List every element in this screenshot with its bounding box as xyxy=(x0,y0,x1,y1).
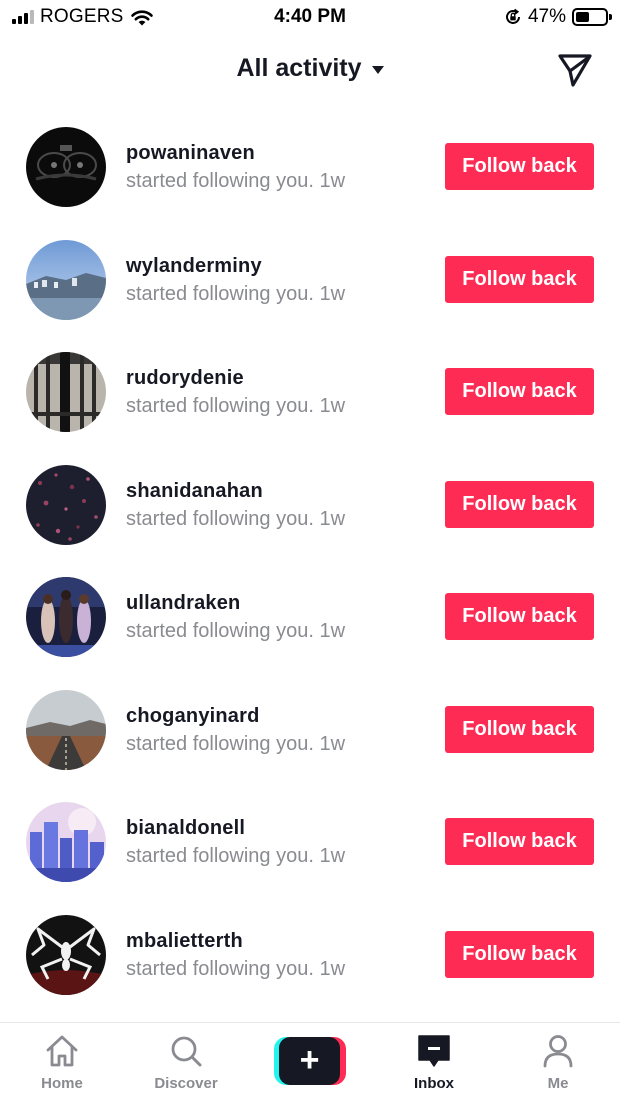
battery-icon xyxy=(572,8,612,26)
username[interactable]: wylanderminy xyxy=(126,255,262,278)
follow-back-button[interactable]: Follow back xyxy=(445,255,594,303)
activity-text: started following you. 1w xyxy=(126,170,346,192)
tab-home[interactable]: Home xyxy=(12,1031,112,1097)
tab-label: Inbox xyxy=(414,1075,454,1092)
battery-percent: 47% xyxy=(527,6,566,27)
header: All activity xyxy=(0,40,620,100)
avatar[interactable] xyxy=(26,464,106,545)
avatar[interactable] xyxy=(26,914,106,995)
avatar[interactable] xyxy=(26,802,106,882)
inbox-icon xyxy=(418,1035,450,1067)
tab-me[interactable]: Me xyxy=(508,1031,608,1097)
rotation-lock-icon xyxy=(506,8,520,24)
activity-list: powaninaven started following you. 1w Fo… xyxy=(0,110,620,1010)
activity-row: rudorydenie started following you. 1w Fo… xyxy=(0,335,620,448)
tab-inbox[interactable]: Inbox xyxy=(384,1031,484,1097)
wifi-icon xyxy=(130,10,153,26)
avatar[interactable] xyxy=(26,577,106,657)
username[interactable]: shanidanahan xyxy=(126,480,263,503)
tab-discover[interactable]: Discover xyxy=(136,1031,236,1097)
activity-text: started following you. 1w xyxy=(126,957,346,980)
follow-back-button[interactable]: Follow back xyxy=(445,818,594,865)
status-left: ROGERS xyxy=(12,6,154,28)
username[interactable]: mbalietterth xyxy=(126,930,243,953)
username[interactable]: rudorydenie xyxy=(126,367,244,390)
activity-row: bianaldonell started following you. 1w F… xyxy=(0,785,620,898)
send-direct-message-icon[interactable] xyxy=(556,52,594,88)
username[interactable]: ullandraken xyxy=(126,592,240,615)
caret-down-icon xyxy=(371,65,384,74)
follow-back-button[interactable]: Follow back xyxy=(445,368,594,415)
follow-back-button[interactable]: Follow back xyxy=(445,930,594,978)
follow-back-button[interactable]: Follow back xyxy=(445,480,594,528)
follow-back-button[interactable]: Follow back xyxy=(445,705,594,753)
page-title: All activity xyxy=(236,54,362,82)
username[interactable]: powaninaven xyxy=(126,142,255,165)
activity-filter-dropdown[interactable]: All activity xyxy=(0,54,620,83)
activity-text: started following you. 1w xyxy=(126,620,346,642)
activity-row: ullandraken started following you. 1w Fo… xyxy=(0,560,620,673)
search-icon xyxy=(171,1036,202,1067)
activity-text: started following you. 1w xyxy=(126,395,346,417)
activity-row: shanidanahan started following you. 1w F… xyxy=(0,448,620,561)
activity-text: started following you. 1w xyxy=(126,845,346,867)
profile-icon xyxy=(543,1035,573,1068)
create-button[interactable]: + xyxy=(274,1037,346,1085)
follow-back-button[interactable]: Follow back xyxy=(445,593,594,640)
tab-label: Home xyxy=(41,1075,83,1092)
home-icon xyxy=(46,1035,78,1067)
username[interactable]: bianaldonell xyxy=(126,817,245,840)
avatar[interactable] xyxy=(26,352,106,432)
battery-fill xyxy=(576,12,589,22)
plus-icon: + xyxy=(299,1040,320,1079)
status-bar: ROGERS 4:40 PM 47% xyxy=(0,0,620,36)
tab-label: Discover xyxy=(154,1075,218,1092)
activity-text: started following you. 1w xyxy=(126,732,346,755)
username[interactable]: choganyinard xyxy=(126,705,260,728)
cell-signal-icon xyxy=(12,10,34,24)
avatar[interactable] xyxy=(26,689,106,770)
activity-row: powaninaven started following you. 1w Fo… xyxy=(0,110,620,223)
follow-back-button[interactable]: Follow back xyxy=(445,143,594,190)
status-right: 47% xyxy=(504,6,612,28)
bottom-tab-bar: Home Discover + Inbox Me xyxy=(0,1022,620,1103)
activity-row: mbalietterth started following you. 1w F… xyxy=(0,898,620,1011)
avatar[interactable] xyxy=(26,127,106,207)
carrier-name: ROGERS xyxy=(40,6,124,27)
activity-text: started following you. 1w xyxy=(126,507,346,530)
activity-text: started following you. 1w xyxy=(126,282,346,305)
tab-label: Me xyxy=(547,1075,569,1092)
activity-row: wylanderminy started following you. 1w F… xyxy=(0,223,620,336)
activity-row: choganyinard started following you. 1w F… xyxy=(0,673,620,786)
avatar[interactable] xyxy=(26,239,106,320)
